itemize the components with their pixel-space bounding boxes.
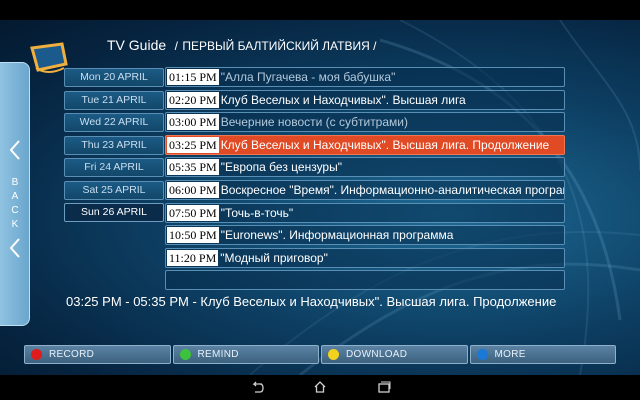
page-title: TV Guide / ПЕРВЫЙ БАЛТИЙСКИЙ ЛАТВИЯ / [107, 37, 376, 55]
day-item[interactable]: Fri 24 APRIL [64, 158, 164, 177]
program-title: "Точь-в-точь" [220, 205, 294, 220]
action-bar: RECORD REMIND DOWNLOAD MORE [24, 345, 616, 365]
day-item[interactable]: Mon 20 APRIL [64, 68, 164, 87]
program-time: 07:50 PM [167, 204, 219, 221]
program-title: "Алла Пугачева - моя бабушка" [220, 70, 396, 84]
day-item[interactable]: Wed 22 APRIL [64, 113, 164, 132]
program-row-empty [165, 270, 565, 291]
program-time: 10:50 PM [167, 227, 219, 244]
home-icon[interactable] [313, 381, 327, 393]
program-title: "Euronews". Информационная программа [220, 228, 454, 243]
chevron-left-icon [9, 238, 20, 258]
day-item[interactable]: Sun 26 APRIL [64, 203, 164, 222]
more-label: MORE [494, 349, 526, 360]
program-row[interactable]: 10:50 PM "Euronews". Информационная прог… [165, 225, 565, 246]
green-dot-icon [179, 349, 191, 360]
blue-dot-icon [476, 349, 488, 360]
program-title: Клуб Веселых и Находчивых". Высшая лига [220, 92, 466, 107]
program-row[interactable]: 11:20 PM "Модный приговор" [165, 247, 565, 268]
guide-title: TV Guide [107, 37, 167, 53]
remind-label: REMIND [197, 349, 239, 360]
program-time: 03:00 PM [167, 114, 219, 131]
program-row[interactable]: 07:50 PM "Точь-в-точь" [165, 202, 565, 223]
back-button[interactable]: B A C K [0, 62, 30, 326]
back-letter: B [11, 177, 19, 188]
program-row[interactable]: 03:00 PM Вечерние новости (с субтитрами) [165, 112, 565, 133]
program-detail: 03:25 PM - 05:35 PM - Клуб Веселых и Нах… [66, 294, 557, 309]
program-time: 05:35 PM [167, 159, 219, 176]
back-letter: A [11, 191, 19, 202]
program-title: Воскресное "Время". Информационно-аналит… [220, 182, 564, 197]
yellow-dot-icon [328, 349, 339, 360]
program-row[interactable]: 02:20 PM Клуб Веселых и Находчивых". Выс… [165, 89, 565, 110]
day-list: Mon 20 APRIL Tue 21 APRIL Wed 22 APRIL T… [64, 68, 164, 226]
back-letter: C [11, 205, 19, 216]
program-title: Клуб Веселых и Находчивых". Высшая лига.… [220, 137, 550, 152]
day-item[interactable]: Sat 25 APRIL [64, 180, 164, 200]
program-title: "Европа без цензуры" [220, 160, 342, 175]
program-time: 06:00 PM [167, 181, 219, 198]
download-button[interactable]: DOWNLOAD [321, 345, 468, 364]
program-row[interactable]: 05:35 PM "Европа без цензуры" [165, 157, 565, 178]
program-time: 02:20 PM [167, 91, 219, 108]
program-time: 03:25 PM [167, 136, 219, 153]
back-icon[interactable] [250, 381, 264, 393]
program-time: 01:15 PM [167, 69, 219, 85]
program-time: 11:20 PM [167, 249, 219, 266]
remind-button[interactable]: REMIND [172, 345, 319, 364]
back-letter: K [11, 219, 19, 230]
more-button[interactable]: MORE [469, 345, 616, 364]
tv-guide-screen: TV Guide / ПЕРВЫЙ БАЛТИЙСКИЙ ЛАТВИЯ / B … [0, 20, 640, 375]
recent-apps-icon[interactable] [377, 381, 391, 393]
program-row[interactable]: 06:00 PM Воскресное "Время". Информацион… [165, 179, 565, 200]
program-list: 01:15 PM "Алла Пугачева - моя бабушка" 0… [165, 67, 565, 293]
red-dot-icon [31, 349, 42, 360]
back-label: B A C K [0, 176, 30, 232]
program-title: "Модный приговор" [220, 250, 328, 265]
program-row[interactable]: 01:15 PM "Алла Пугачева - моя бабушка" [165, 67, 565, 87]
record-label: RECORD [49, 349, 95, 360]
record-button[interactable]: RECORD [24, 345, 171, 364]
title-separator: / [174, 39, 178, 53]
channel-name: ПЕРВЫЙ БАЛТИЙСКИЙ ЛАТВИЯ / [182, 39, 377, 53]
program-row[interactable]: 03:25 PM Клуб Веселых и Находчивых". Выс… [165, 134, 565, 155]
chevron-left-icon [9, 140, 20, 160]
system-nav-bar [0, 375, 640, 400]
program-title: Вечерние новости (с субтитрами) [220, 115, 408, 130]
day-item[interactable]: Tue 21 APRIL [64, 90, 164, 110]
download-label: DOWNLOAD [346, 349, 408, 360]
day-item[interactable]: Thu 23 APRIL [64, 135, 164, 155]
